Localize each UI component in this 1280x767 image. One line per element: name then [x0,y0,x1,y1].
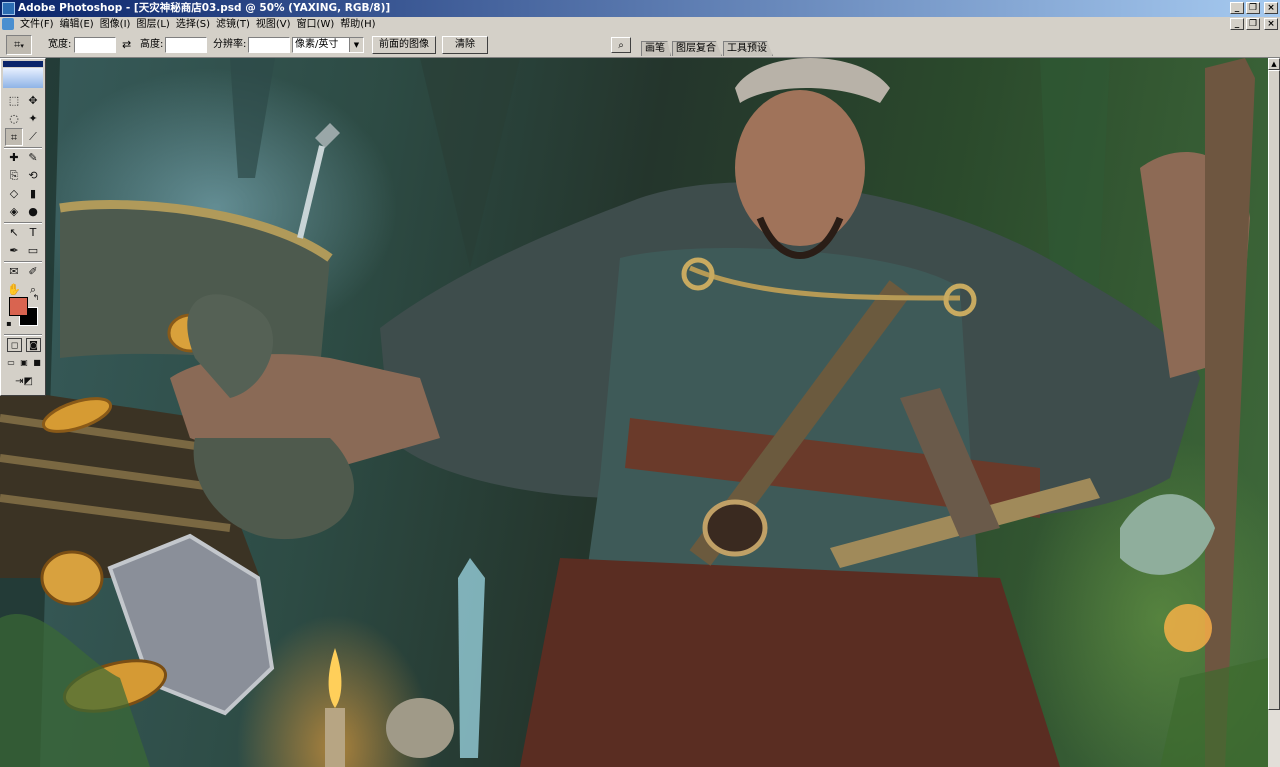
chevron-down-icon: ▼ [349,38,363,52]
gradient-tool-icon[interactable]: ▮ [24,185,42,203]
options-bar: ⌗▾ 宽度: ⇄ 高度: 分辨率: 像素/英寸 ▼ 前面的图像 清除 ⌕ 画笔 … [0,32,1280,58]
type-tool-icon[interactable]: T [24,224,42,242]
resolution-label: 分辨率: [213,39,247,50]
scroll-up-arrow-icon[interactable]: ▲ [1268,58,1280,70]
rectangle-tool-icon[interactable]: ▭ [24,242,42,260]
menu-file[interactable]: 文件(F) [17,17,57,32]
crop-tool-icon[interactable]: ⌗ [5,128,23,146]
default-colors-icon[interactable]: ▪ [4,319,14,329]
clone-stamp-icon[interactable]: ⎘ [5,167,23,185]
slice-tool-icon[interactable]: ⟋ [24,128,42,146]
lasso-tool-icon[interactable]: ◌ [5,110,23,128]
menu-bar: 文件(F) 编辑(E) 图像(I) 图层(L) 选择(S) 滤镜(T) 视图(V… [0,17,1280,33]
swap-colors-icon[interactable]: ↰ [31,293,41,303]
file-browser-icon[interactable]: ⌕ [611,37,631,53]
toolbox: ⬚ ✥ ◌ ✦ ⌗ ⟋ ✚ ✎ ⎘ ⟲ ◇ ▮ ◈ ● ↖ T ✒ ▭ ✉ ✐ … [0,58,46,396]
clear-button[interactable]: 清除 [442,36,488,54]
healing-brush-icon[interactable]: ✚ [5,149,23,167]
minimize-button[interactable]: _ [1230,2,1244,14]
menu-edit[interactable]: 编辑(E) [57,17,97,32]
window-title: Adobe Photoshop - [天灾神秘商店03.psd @ 50% (Y… [18,2,391,14]
blur-tool-icon[interactable]: ◈ [5,203,23,221]
tab-layer-comps[interactable]: 图层复合 [672,41,722,56]
standard-mode-icon[interactable]: ◻ [7,338,22,352]
history-brush-icon[interactable]: ⟲ [24,167,42,185]
menu-filter[interactable]: 滤镜(T) [213,17,253,32]
brush-tool-icon[interactable]: ✎ [24,149,42,167]
close-button[interactable]: × [1264,2,1278,14]
foreground-color-swatch[interactable] [9,297,28,316]
photoshop-app-icon [2,2,15,15]
menu-view[interactable]: 视图(V) [253,17,294,32]
palette-well: 画笔 图层复合 工具预设 [641,41,774,56]
quick-mask-mode-icon[interactable]: ◙ [26,338,41,352]
artwork-merchant-warrior [0,58,1268,767]
swap-dimensions-icon[interactable]: ⇄ [122,37,131,53]
magic-wand-tool-icon[interactable]: ✦ [24,110,42,128]
scrollbar-thumb[interactable] [1268,70,1280,710]
eraser-tool-icon[interactable]: ◇ [5,185,23,203]
height-field[interactable] [165,37,207,53]
doc-minimize-button[interactable]: _ [1230,18,1244,30]
height-label: 高度: [140,39,164,50]
full-screen-mode-icon[interactable]: ■ [31,357,43,369]
restore-button[interactable]: ❐ [1246,2,1260,14]
document-icon[interactable] [2,18,14,30]
toolbox-drag-handle[interactable] [3,61,43,67]
menu-select[interactable]: 选择(S) [173,17,213,32]
front-image-button[interactable]: 前面的图像 [372,36,436,54]
move-tool-icon[interactable]: ✥ [24,92,42,110]
document-canvas[interactable] [0,58,1268,767]
standard-screen-mode-icon[interactable]: ▭ [5,357,17,369]
resolution-unit-select[interactable]: 像素/英寸 ▼ [292,37,364,53]
pen-tool-icon[interactable]: ✒ [5,242,23,260]
jump-to-imageready-icon[interactable]: ⇥◩ [7,375,41,389]
tab-brushes[interactable]: 画笔 [641,41,671,56]
adobe-online-logo[interactable] [3,68,43,88]
full-screen-menu-mode-icon[interactable]: ▣ [18,357,30,369]
notes-tool-icon[interactable]: ✉ [5,263,23,281]
marquee-tool-icon[interactable]: ⬚ [5,92,23,110]
crop-tool-preset-picker[interactable]: ⌗▾ [6,35,32,55]
resolution-unit-value: 像素/英寸 [295,39,339,50]
width-field[interactable] [74,37,116,53]
eyedropper-tool-icon[interactable]: ✐ [24,263,42,281]
chevron-down-icon: ▾ [20,42,24,50]
vertical-scrollbar[interactable]: ▲ [1268,58,1280,767]
dodge-tool-icon[interactable]: ● [24,203,42,221]
path-selection-icon[interactable]: ↖ [5,224,23,242]
menu-help[interactable]: 帮助(H) [337,17,378,32]
title-bar: Adobe Photoshop - [天灾神秘商店03.psd @ 50% (Y… [0,0,1280,17]
menu-image[interactable]: 图像(I) [97,17,134,32]
doc-close-button[interactable]: × [1264,18,1278,30]
menu-window[interactable]: 窗口(W) [294,17,338,32]
resolution-field[interactable] [248,37,290,53]
width-label: 宽度: [48,39,72,50]
doc-restore-button[interactable]: ❐ [1246,18,1260,30]
menu-layer[interactable]: 图层(L) [133,17,172,32]
tab-tool-presets[interactable]: 工具预设 [723,41,773,56]
